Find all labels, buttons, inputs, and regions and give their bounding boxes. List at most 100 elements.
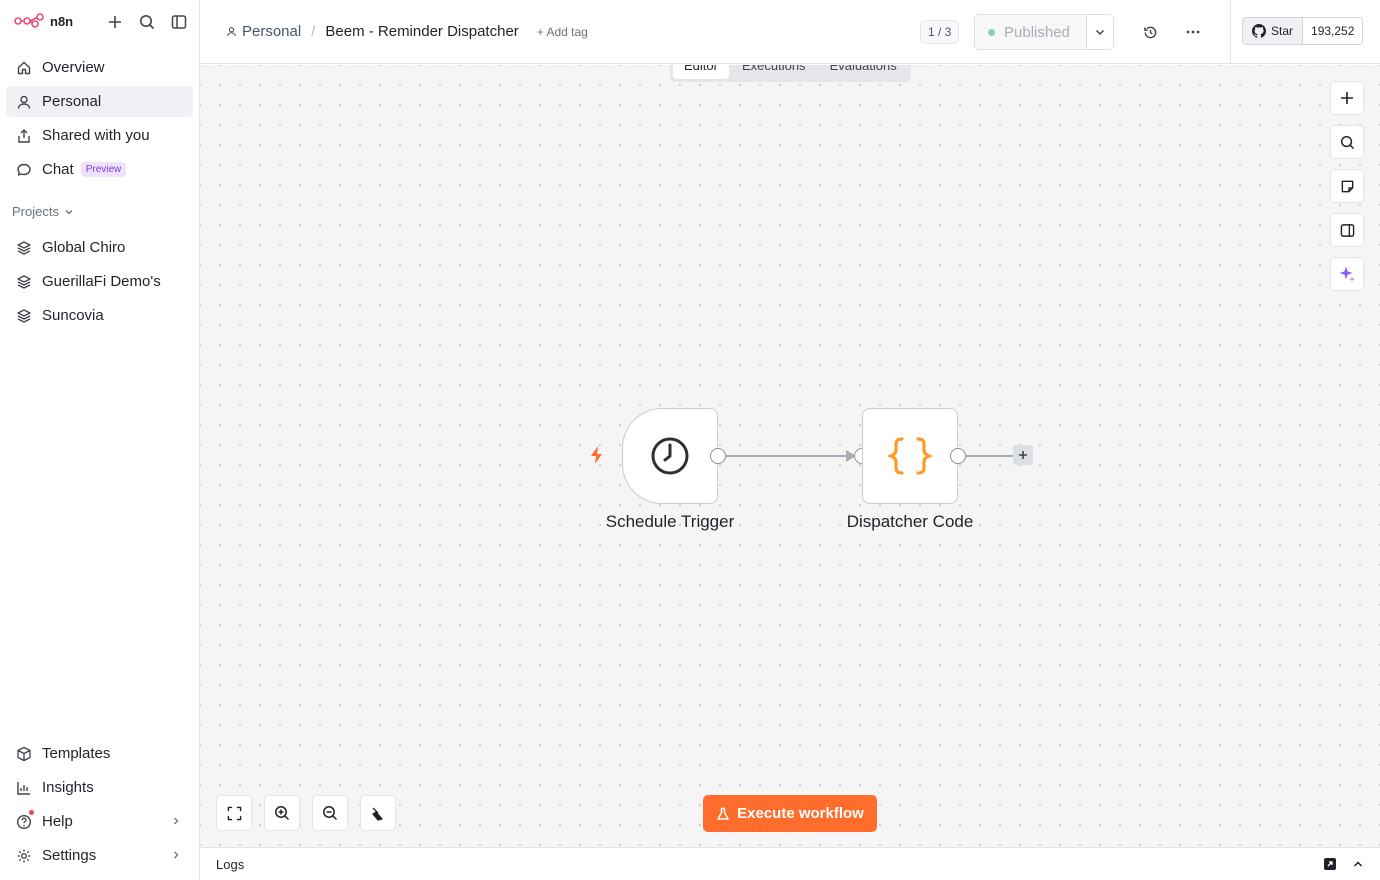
sidebar-item-insights[interactable]: Insights	[6, 772, 193, 803]
toggle-sidebar-button[interactable]	[169, 12, 189, 32]
connection-edge[interactable]	[726, 455, 852, 457]
github-icon	[1252, 24, 1266, 38]
output-handle[interactable]	[710, 448, 726, 464]
node-label: Schedule Trigger	[605, 512, 735, 531]
flask-icon	[717, 807, 729, 820]
zoom-in-icon	[275, 806, 290, 821]
sidebar-item-suncovia[interactable]: Suncovia	[6, 300, 193, 331]
sparkle-icon	[1339, 266, 1355, 282]
canvas-right-toolbar	[1330, 81, 1364, 291]
history-icon	[1143, 26, 1156, 38]
gear-icon	[16, 848, 32, 864]
chevron-right-icon	[171, 814, 181, 829]
tab-editor[interactable]: Editor	[673, 65, 729, 79]
sidebar-item-global-chiro[interactable]: Global Chiro	[6, 232, 193, 263]
clock-icon	[651, 437, 689, 475]
n8n-logo[interactable]: n8n	[14, 13, 73, 29]
connection-stub	[966, 455, 1013, 457]
fullscreen-icon	[227, 806, 241, 820]
history-button[interactable]	[1138, 20, 1162, 44]
workflow-canvas[interactable]: Editor Executions Evaluations Schedule T…	[200, 65, 1380, 847]
publish-button[interactable]: Published	[975, 15, 1086, 49]
sidebar-item-overview[interactable]: Overview	[6, 52, 193, 83]
zoom-in-button[interactable]	[264, 795, 300, 831]
pop-out-logs-button[interactable]	[1322, 856, 1338, 872]
logs-panel[interactable]: Logs	[200, 847, 1380, 880]
sidebar-item-shared-with-you[interactable]: Shared with you	[6, 120, 193, 151]
sidebar-header: n8n	[0, 0, 200, 44]
github-star-widget: Star 193,252	[1242, 17, 1364, 45]
output-handle[interactable]	[950, 448, 966, 464]
tidy-up-button[interactable]	[360, 795, 396, 831]
add-next-node-button[interactable]	[1013, 445, 1033, 465]
node-dispatcher-code[interactable]	[862, 408, 958, 504]
header-divider	[1230, 0, 1231, 64]
more-options-button[interactable]	[1181, 20, 1205, 44]
layers-icon	[16, 274, 32, 290]
breadcrumb-separator: /	[311, 23, 316, 40]
view-tabs: Editor Executions Evaluations	[670, 65, 911, 82]
projects-toggle[interactable]: Projects	[12, 204, 74, 219]
search-nodes-button[interactable]	[1330, 125, 1364, 159]
panel-right-icon	[1340, 223, 1354, 237]
layers-icon	[16, 308, 32, 324]
sidebar-item-label: Chat	[42, 161, 74, 178]
execute-workflow-label: Execute workflow	[737, 805, 864, 822]
workflow-title[interactable]: Beem - Reminder Dispatcher	[325, 23, 518, 40]
projects-label: Projects	[12, 204, 59, 219]
breadcrumb-project[interactable]: Personal	[226, 23, 301, 40]
published-status-dot	[988, 28, 995, 36]
sidebar: n8n Overview Personal Shared with you Ch…	[0, 0, 200, 880]
chat-icon	[16, 162, 32, 178]
sidebar-item-templates[interactable]: Templates	[6, 738, 193, 769]
version-indicator[interactable]: 1 / 3	[920, 20, 960, 44]
search-button[interactable]	[137, 12, 157, 32]
sidebar-item-label: Global Chiro	[42, 239, 126, 256]
fit-view-button[interactable]	[216, 795, 252, 831]
broom-icon	[372, 807, 383, 821]
n8n-logo-icon	[14, 13, 44, 28]
sidebar-item-chat[interactable]: Chat Preview	[6, 154, 193, 185]
github-star-button[interactable]: Star	[1243, 18, 1304, 44]
node-schedule-trigger[interactable]	[622, 408, 718, 504]
zoom-out-icon	[323, 806, 338, 821]
trigger-bolt-icon	[591, 446, 602, 464]
github-star-count[interactable]: 193,252	[1303, 18, 1363, 44]
breadcrumb: Personal / Beem - Reminder Dispatcher + …	[226, 23, 588, 40]
chevron-right-icon	[171, 848, 181, 863]
sidebar-item-help[interactable]: Help	[6, 806, 193, 837]
zoom-out-button[interactable]	[312, 795, 348, 831]
plus-icon	[1341, 92, 1353, 104]
help-notification-dot	[29, 810, 34, 815]
add-button[interactable]	[105, 12, 125, 32]
box-icon	[16, 746, 32, 762]
toggle-panel-button[interactable]	[1330, 213, 1364, 247]
logs-label: Logs	[216, 857, 245, 872]
publish-dropdown-button[interactable]	[1086, 15, 1113, 49]
add-tag-button[interactable]: + Add tag	[537, 25, 588, 39]
sidebar-item-settings[interactable]: Settings	[6, 840, 193, 871]
sticky-note-button[interactable]	[1330, 169, 1364, 203]
plus-icon	[109, 16, 121, 28]
ai-assistant-button[interactable]	[1330, 257, 1364, 291]
tab-evaluations[interactable]: Evaluations	[819, 65, 908, 79]
chevron-up-icon	[1353, 861, 1363, 867]
tab-executions[interactable]: Executions	[731, 65, 817, 79]
node-label: Dispatcher Code	[846, 512, 974, 531]
sidebar-item-label: Personal	[42, 93, 102, 110]
expand-logs-button[interactable]	[1350, 856, 1366, 872]
sidebar-item-label: Help	[42, 813, 73, 830]
plus-icon	[1019, 451, 1027, 459]
chevron-down-icon	[1095, 29, 1105, 36]
github-star-label: Star	[1271, 24, 1294, 38]
execute-workflow-button[interactable]: Execute workflow	[703, 795, 877, 832]
sidebar-item-personal[interactable]: Personal	[6, 86, 193, 117]
add-node-button[interactable]	[1330, 81, 1364, 115]
sidebar-item-label: Shared with you	[42, 127, 150, 144]
sidebar-item-label: Settings	[42, 847, 97, 864]
home-icon	[16, 60, 32, 76]
search-icon	[1340, 135, 1354, 149]
sidebar-item-guerillafi-demos[interactable]: GuerillaFi Demo's	[6, 266, 193, 297]
sidebar-item-label: Templates	[42, 745, 111, 762]
share-icon	[16, 128, 32, 144]
